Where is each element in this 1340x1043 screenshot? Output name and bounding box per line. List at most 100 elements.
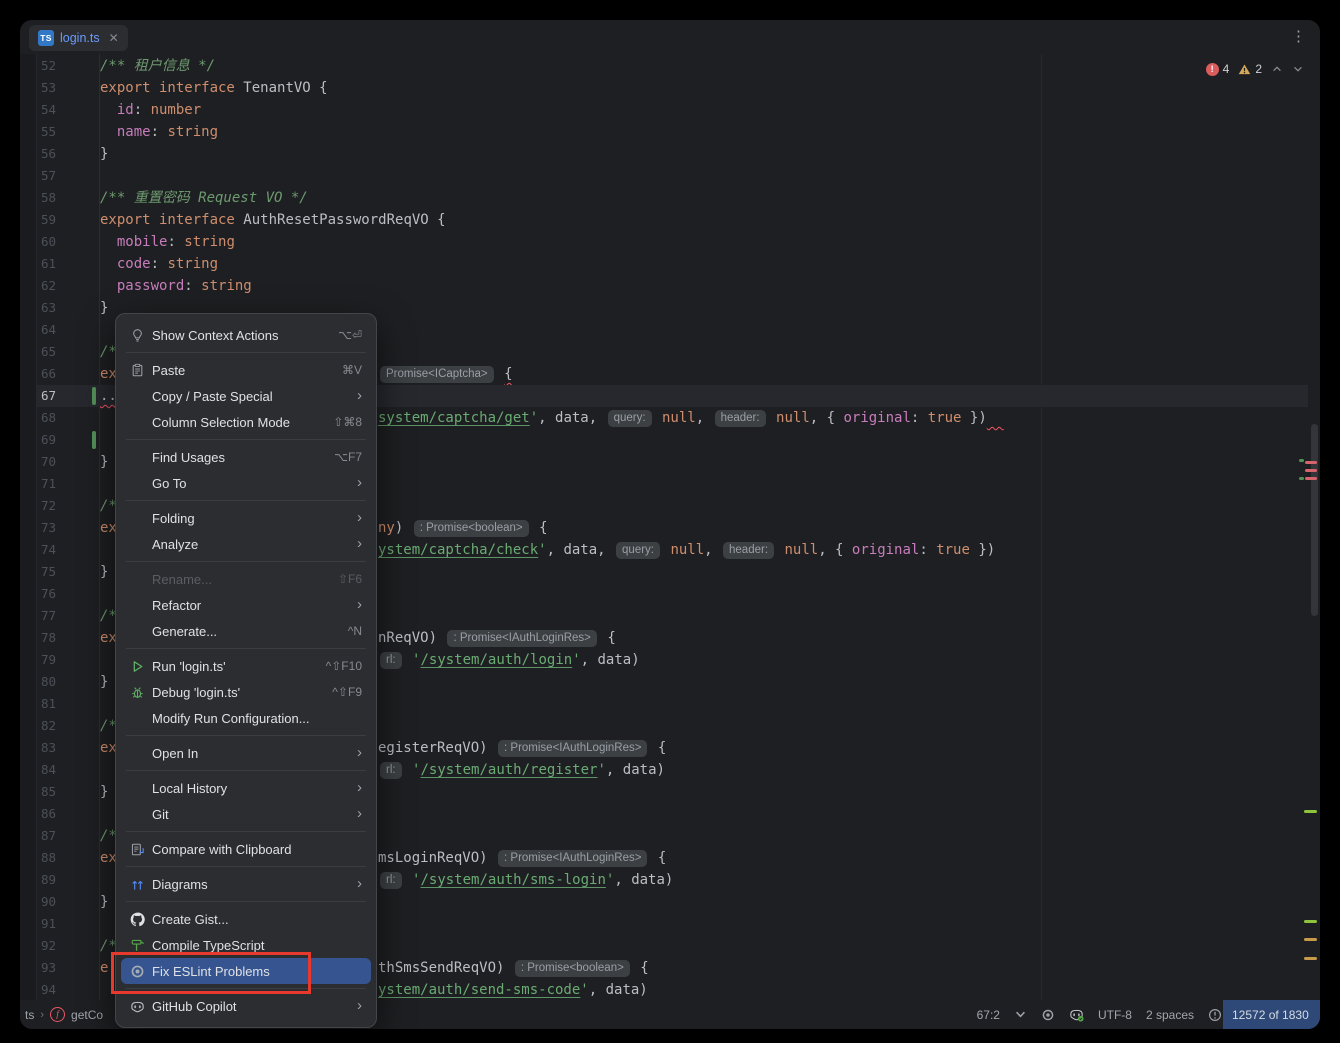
- code-link[interactable]: /system/auth/sms-login: [420, 872, 605, 888]
- code-token: export interface: [100, 212, 243, 228]
- stripe-mark-error[interactable]: [1305, 477, 1317, 480]
- caret-position[interactable]: 67:2: [977, 1008, 1000, 1022]
- warning-count-badge[interactable]: 2: [1238, 62, 1262, 76]
- code-line-60[interactable]: 60 mobile: string: [20, 231, 1320, 253]
- menu-item-label: Paste: [152, 363, 330, 378]
- error-count: 4: [1223, 62, 1230, 76]
- code-link[interactable]: /system/auth/login: [420, 652, 572, 668]
- stripe-mark-changed[interactable]: [1304, 920, 1317, 923]
- code-token: nReqVO): [378, 630, 437, 646]
- next-problem-icon[interactable]: [1292, 63, 1304, 75]
- line-number: 62: [30, 275, 56, 297]
- file-encoding[interactable]: UTF-8: [1098, 1008, 1132, 1022]
- menu-item-git[interactable]: Git›: [121, 801, 371, 827]
- menu-item-compare-with-clipboard[interactable]: Compare with Clipboard: [121, 836, 371, 862]
- breadcrumb-symbol[interactable]: getCo: [71, 1008, 103, 1022]
- code-line-58[interactable]: 58/** 重置密码 Request VO */: [20, 187, 1320, 209]
- menu-item-refactor[interactable]: Refactor›: [121, 592, 371, 618]
- menu-item-shortcut: ^⇧F10: [326, 659, 362, 673]
- inspections-widget[interactable]: ! 4 2: [1206, 62, 1304, 76]
- line-number: 66: [30, 363, 56, 385]
- menu-item-diagrams[interactable]: Diagrams›: [121, 871, 371, 897]
- breadcrumb[interactable]: ts › f getCo: [25, 1000, 103, 1029]
- indent-setting[interactable]: 2 spaces: [1146, 1008, 1194, 1022]
- editor-context-menu: Show Context Actions⌥⏎ Paste⌘VCopy / Past…: [115, 313, 377, 1028]
- line-number: 60: [30, 231, 56, 253]
- menu-item-label: Refactor: [152, 598, 345, 613]
- menu-item-shortcut: ⌥⏎: [338, 328, 362, 342]
- menu-item-find-usages[interactable]: Find Usages⌥F7: [121, 444, 371, 470]
- more-options-icon[interactable]: ⋮: [1291, 28, 1306, 46]
- stripe-mark-error[interactable]: [1305, 461, 1317, 464]
- menu-item-local-history[interactable]: Local History›: [121, 775, 371, 801]
- menu-item-column-selection-mode[interactable]: Column Selection Mode⇧⌘8: [121, 409, 371, 435]
- memory-indicator[interactable]: 12572 of 1830: [1223, 1000, 1320, 1029]
- code-line-52[interactable]: 52/** 租户信息 */: [20, 55, 1320, 77]
- problems-icon[interactable]: [1208, 1008, 1222, 1022]
- menu-item-modify-run-configuration[interactable]: Modify Run Configuration...: [121, 705, 371, 731]
- code-link[interactable]: ystem/auth/send-sms-code: [378, 982, 580, 998]
- code-token: [496, 366, 504, 382]
- code-token: id: [117, 102, 134, 118]
- stripe-mark-warning[interactable]: [1304, 938, 1317, 941]
- code-token: : Promise<boolean>: [515, 960, 630, 977]
- scrollbar-thumb[interactable]: [1311, 424, 1318, 616]
- menu-item-github-copilot[interactable]: GitHub Copilot›: [121, 993, 371, 1019]
- code-token: query:: [616, 542, 660, 559]
- chevron-down-icon[interactable]: [1014, 1008, 1027, 1021]
- previous-problem-icon[interactable]: [1271, 63, 1283, 75]
- code-link[interactable]: /system/auth/register: [420, 762, 597, 778]
- editor-tab-bar: TS login.ts ✕ ⋮: [20, 20, 1320, 54]
- menu-separator: [126, 770, 366, 771]
- code-line-53[interactable]: 53export interface TenantVO {: [20, 77, 1320, 99]
- stripe-mark-changed[interactable]: [1299, 459, 1304, 462]
- menu-separator: [126, 648, 366, 649]
- code-token: ): [395, 520, 412, 536]
- line-number: 83: [30, 737, 56, 759]
- code-token: thSmsSendReqVO): [378, 960, 504, 976]
- code-line-55[interactable]: 55 name: string: [20, 121, 1320, 143]
- code-token: [488, 740, 496, 756]
- inspections-status-icon[interactable]: [1041, 1008, 1055, 1022]
- stripe-mark-changed[interactable]: [1304, 810, 1317, 813]
- line-number: 92: [30, 935, 56, 957]
- code-token: [404, 652, 412, 668]
- menu-item-label: Open In: [152, 746, 345, 761]
- menu-item-create-gist[interactable]: Create Gist...: [121, 906, 371, 932]
- menu-item-label: Git: [152, 807, 345, 822]
- menu-item-go-to[interactable]: Go To›: [121, 470, 371, 496]
- code-token: number: [151, 102, 202, 118]
- paste-icon: [129, 362, 145, 378]
- copilot-status-icon[interactable]: [1069, 1007, 1084, 1022]
- code-token: {: [504, 366, 512, 382]
- menu-item-generate[interactable]: Generate...^N: [121, 618, 371, 644]
- error-count-badge[interactable]: ! 4: [1206, 62, 1230, 76]
- code-line-61[interactable]: 61 code: string: [20, 253, 1320, 275]
- menu-item-folding[interactable]: Folding›: [121, 505, 371, 531]
- code-line-59[interactable]: 59export interface AuthResetPasswordReqV…: [20, 209, 1320, 231]
- breadcrumb-file[interactable]: ts: [25, 1008, 34, 1022]
- code-token: true: [936, 542, 970, 558]
- menu-item-analyze[interactable]: Analyze›: [121, 531, 371, 557]
- menu-item-debug-login-ts[interactable]: Debug 'login.ts'^⇧F9: [121, 679, 371, 705]
- code-token: : Promise<IAuthLoginRes>: [498, 740, 647, 757]
- menu-item-rename[interactable]: Rename...⇧F6: [121, 566, 371, 592]
- menu-item-copy-paste-special[interactable]: Copy / Paste Special›: [121, 383, 371, 409]
- tab-login-ts[interactable]: TS login.ts ✕: [29, 25, 128, 51]
- code-line-57[interactable]: 57: [20, 165, 1320, 187]
- menu-item-run-login-ts[interactable]: Run 'login.ts'^⇧F10: [121, 653, 371, 679]
- menu-item-show-context-actions[interactable]: Show Context Actions⌥⏎: [121, 322, 371, 348]
- code-link[interactable]: ystem/captcha/check: [378, 542, 538, 558]
- menu-item-label: Column Selection Mode: [152, 415, 321, 430]
- stripe-mark-error[interactable]: [1305, 469, 1317, 472]
- code-line-54[interactable]: 54 id: number: [20, 99, 1320, 121]
- menu-item-paste[interactable]: Paste⌘V: [121, 357, 371, 383]
- code-line-56[interactable]: 56}: [20, 143, 1320, 165]
- tab-close-icon[interactable]: ✕: [109, 31, 119, 45]
- stripe-mark-changed[interactable]: [1299, 477, 1304, 480]
- code-link[interactable]: system/captcha/get: [378, 410, 530, 426]
- code-line-62[interactable]: 62 password: string: [20, 275, 1320, 297]
- menu-separator: [126, 500, 366, 501]
- stripe-mark-warning[interactable]: [1304, 957, 1317, 960]
- menu-item-open-in[interactable]: Open In›: [121, 740, 371, 766]
